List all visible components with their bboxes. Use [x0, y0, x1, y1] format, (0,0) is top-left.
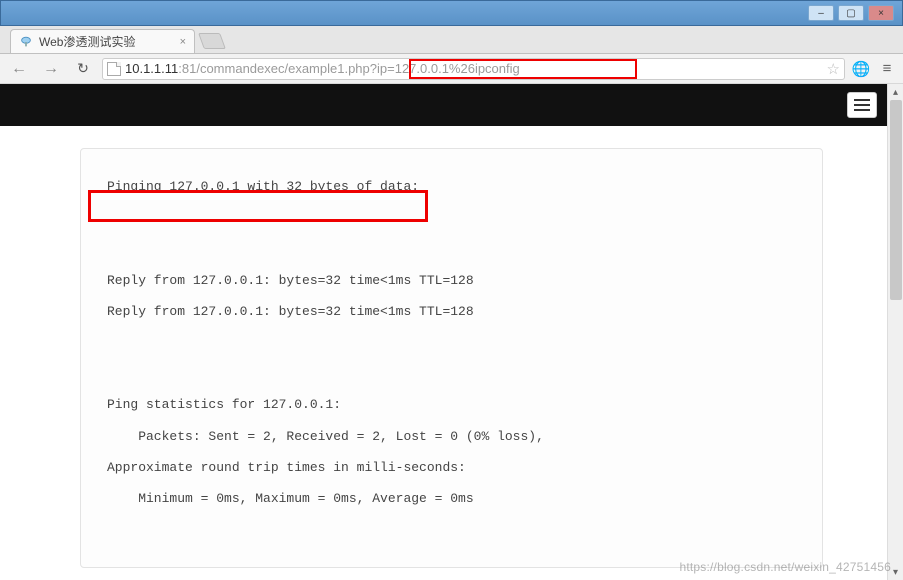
browser-tab-strip: Web渗透测试实验 × — [0, 26, 903, 54]
output-line: Pinging 127.0.0.1 with 32 bytes of data: — [107, 179, 419, 194]
browser-menu-icon[interactable]: ≡ — [877, 60, 897, 77]
window-close-button[interactable]: × — [868, 5, 894, 21]
window-titlebar: – ▢ × — [0, 0, 903, 26]
window-maximize-button[interactable]: ▢ — [838, 5, 864, 21]
forward-button[interactable]: → — [38, 58, 64, 80]
output-line: Packets: Sent = 2, Received = 2, Lost = … — [107, 429, 544, 444]
page-viewport: Pinging 127.0.0.1 with 32 bytes of data:… — [0, 84, 903, 580]
output-line: Approximate round trip times in milli-se… — [107, 460, 466, 475]
scroll-up-button[interactable]: ▴ — [888, 84, 903, 100]
url-path: :81/commandexec/example1.php?ip=127.0.0.… — [178, 61, 520, 76]
back-button[interactable]: ← — [6, 58, 32, 80]
output-line: Reply from 127.0.0.1: bytes=32 time<1ms … — [107, 273, 474, 288]
hamburger-line-icon — [854, 109, 870, 111]
site-header-bar — [0, 84, 903, 126]
favicon-icon — [19, 35, 33, 49]
window-minimize-button[interactable]: – — [808, 5, 834, 21]
output-panel: Pinging 127.0.0.1 with 32 bytes of data:… — [80, 148, 823, 568]
tab-close-icon[interactable]: × — [180, 36, 186, 48]
tab-title: Web渗透测试实验 — [39, 33, 135, 50]
hamburger-line-icon — [854, 104, 870, 106]
output-line: Reply from 127.0.0.1: bytes=32 time<1ms … — [107, 304, 474, 319]
scroll-thumb[interactable] — [890, 100, 902, 300]
output-line: Ping statistics for 127.0.0.1: — [107, 397, 341, 412]
globe-icon[interactable]: 🌐 — [851, 60, 871, 78]
bookmark-star-icon[interactable]: ☆ — [827, 60, 840, 78]
hamburger-line-icon — [854, 99, 870, 101]
new-tab-button[interactable] — [198, 33, 226, 49]
vertical-scrollbar[interactable]: ▴ ▾ — [887, 84, 903, 580]
reload-button[interactable]: ↻ — [70, 58, 96, 80]
browser-tab[interactable]: Web渗透测试实验 × — [10, 29, 195, 53]
page-icon — [107, 62, 121, 76]
watermark-text: https://blog.csdn.net/weixin_42751456 — [679, 560, 891, 574]
address-bar[interactable]: 10.1.1.11:81/commandexec/example1.php?ip… — [102, 58, 845, 80]
hamburger-menu-button[interactable] — [847, 92, 877, 118]
command-output: Pinging 127.0.0.1 with 32 bytes of data:… — [107, 171, 796, 514]
url-host: 10.1.1.11 — [125, 61, 178, 76]
browser-toolbar: ← → ↻ 10.1.1.11:81/commandexec/example1.… — [0, 54, 903, 84]
output-line: Minimum = 0ms, Maximum = 0ms, Average = … — [107, 491, 474, 506]
